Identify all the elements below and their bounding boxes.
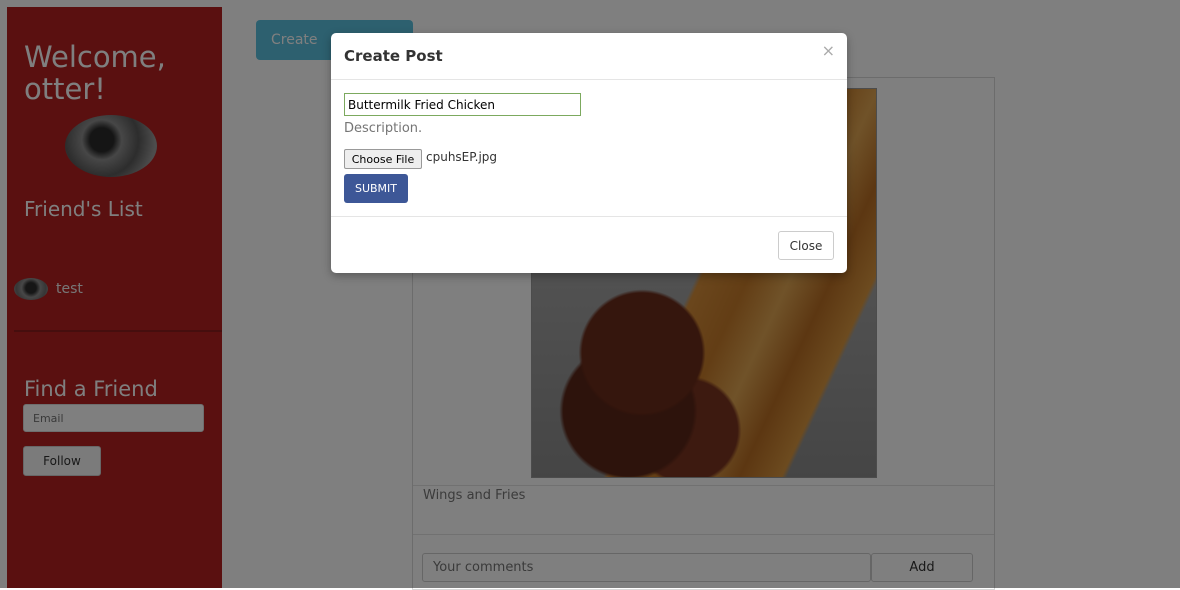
close-icon[interactable]: × [822, 41, 835, 60]
modal-header: Create Post × [331, 33, 847, 80]
submit-button[interactable]: SUBMIT [344, 174, 408, 203]
modal-title: Create Post [344, 47, 443, 65]
page: Welcome, otter! Friend's List test Find … [0, 0, 1180, 590]
modal-footer: Close [331, 216, 847, 274]
post-title-input[interactable] [344, 93, 581, 116]
selected-file-name: cpuhsEP.jpg [426, 150, 498, 164]
close-button[interactable]: Close [778, 231, 834, 260]
choose-file-button[interactable]: Choose File [344, 149, 422, 169]
create-post-modal: Create Post × Choose File cpuhsEP.jpg SU… [331, 33, 847, 273]
modal-body: Choose File cpuhsEP.jpg SUBMIT [331, 80, 847, 216]
description-input[interactable] [344, 119, 644, 137]
